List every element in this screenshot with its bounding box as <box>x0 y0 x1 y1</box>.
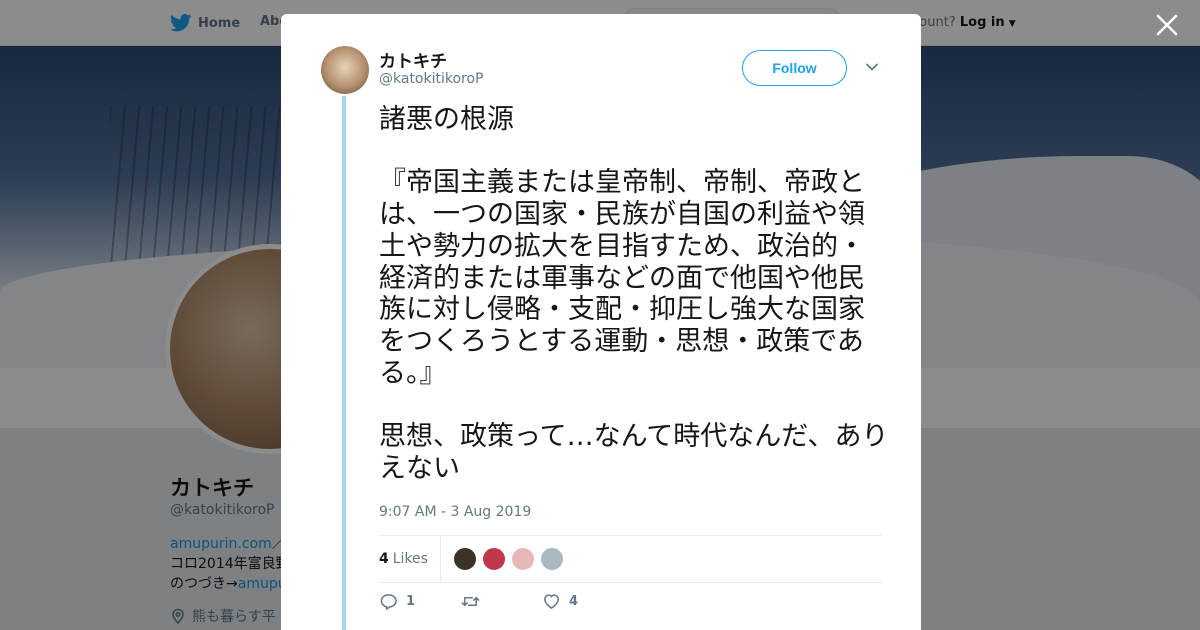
tweet-author-avatar[interactable] <box>321 46 369 94</box>
liker-avatars <box>452 547 564 571</box>
liker-avatar[interactable] <box>539 547 564 571</box>
close-icon[interactable] <box>1154 12 1180 38</box>
likes-stat[interactable]: 4 Likes <box>379 535 441 583</box>
tweet-timestamp[interactable]: 9:07 AM - 3 Aug 2019 <box>379 504 531 520</box>
reply-button[interactable]: 1 <box>379 592 461 611</box>
tweet-author-name[interactable]: カトキチ <box>379 47 447 72</box>
retweet-icon <box>461 596 480 607</box>
tweet-text: 諸悪の根源 『帝国主義または皇帝制、帝制、帝政とは、一つの国家・民族が自国の利益… <box>379 104 889 484</box>
liker-avatar[interactable] <box>452 547 477 571</box>
heart-icon <box>544 594 559 609</box>
likes-label: Likes <box>392 551 428 567</box>
likes-count: 4 <box>379 551 389 567</box>
retweet-button[interactable] <box>461 592 542 611</box>
follow-button[interactable]: Follow <box>742 50 847 86</box>
tweet-modal: カトキチ @katokitikoroP Follow 諸悪の根源 『帝国主義また… <box>281 14 921 630</box>
reply-count: 1 <box>406 594 416 609</box>
like-button[interactable]: 4 <box>542 592 578 611</box>
tweet-author-handle[interactable]: @katokitikoroP <box>379 71 484 87</box>
like-count: 4 <box>569 594 579 609</box>
liker-avatar[interactable] <box>510 547 535 571</box>
reply-icon <box>380 594 397 610</box>
tweet-actions: 1 4 <box>379 592 578 611</box>
chevron-down-icon[interactable] <box>865 60 879 74</box>
tweet-stats: 4 Likes <box>379 535 882 583</box>
thread-line <box>342 96 346 630</box>
liker-avatar[interactable] <box>481 547 506 571</box>
